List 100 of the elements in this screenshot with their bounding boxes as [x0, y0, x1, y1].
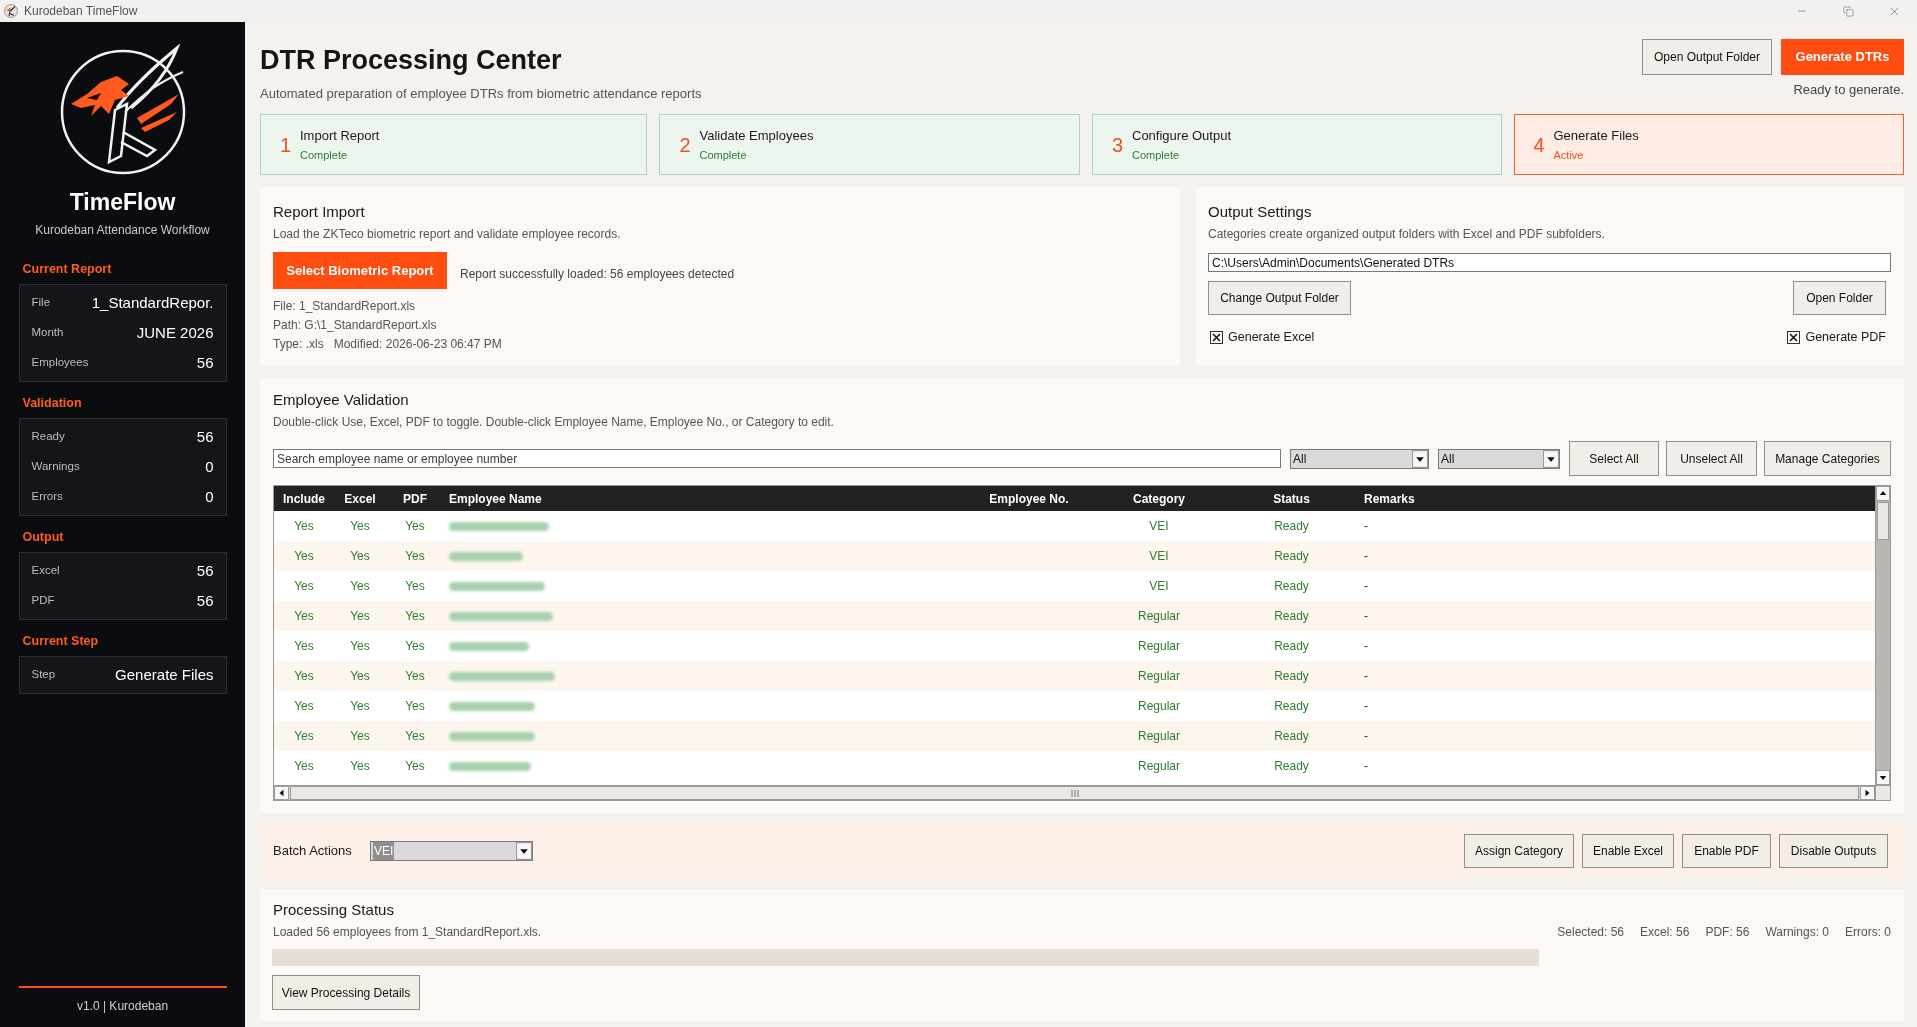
table-cell-text: Ready [1274, 608, 1309, 625]
version-label: v1.0 | Kurodeban [76, 998, 169, 1014]
select-all-button[interactable]: Select All [1569, 441, 1659, 476]
grip-icon [1070, 789, 1079, 797]
table-cell-text: Yes [294, 578, 314, 595]
column-header[interactable]: Employee Name [449, 489, 542, 508]
table-cell-text: Ready [1274, 518, 1309, 535]
vertical-scrollbar[interactable] [1875, 486, 1890, 785]
table-cell-text: Ready [1274, 548, 1309, 565]
info-label: Errors [31, 489, 63, 505]
table-cell-text: Ready [1274, 578, 1309, 595]
column-header[interactable]: PDF [403, 489, 427, 508]
table-cell-text: Yes [405, 518, 425, 535]
section-heading: Current Report [21, 261, 113, 278]
caret-left-icon[interactable] [274, 786, 289, 800]
table-cell-text: - [1364, 728, 1368, 745]
step-title: Validate Employees [699, 127, 814, 144]
info-label: Warnings [31, 459, 80, 475]
step-status: Active [1553, 148, 1585, 162]
table-cell-text: Ready [1274, 698, 1309, 715]
step-title: Import Report [300, 127, 380, 144]
window-title: Kurodeban TimeFlow [24, 3, 138, 20]
table-cell-text: Yes [350, 638, 370, 655]
section-heading: Output [21, 529, 65, 546]
app-tagline: Kurodeban Attendance Workflow [35, 222, 210, 238]
table-cell-text: Yes [294, 548, 314, 565]
panel-description: Double-click Use, Excel, PDF to toggle. Double-click Employee Name, Employee No., or Category to edit. [273, 414, 835, 430]
column-header[interactable]: Excel [344, 489, 376, 508]
dropdown[interactable]: All [1290, 448, 1429, 469]
caret-icon[interactable] [1412, 449, 1428, 468]
info-label: File [31, 295, 51, 311]
unselect-all-button[interactable]: Unselect All [1666, 441, 1757, 476]
caret-icon[interactable] [1543, 449, 1559, 468]
column-header[interactable]: Status [1273, 489, 1310, 508]
step-status: Complete [300, 148, 349, 162]
table-cell-text: Yes [350, 548, 370, 565]
table-cell-text: Yes [294, 638, 314, 655]
table-cell-text: Yes [350, 728, 370, 745]
panel-description: Loaded 56 employees from 1_StandardReport.xls. [272, 924, 542, 941]
assign-category-button[interactable]: Assign Category [1464, 833, 1574, 868]
file-detail: Path: G:\1_StandardReport.xls [273, 317, 437, 334]
table-cell-text: Regular [1138, 728, 1180, 745]
page-title: DTR Processing Center [260, 44, 563, 76]
view-details-button[interactable]: View Processing Details [272, 975, 420, 1010]
panel-description: Categories create organized output folders with Excel and PDF subfolders. [1208, 226, 1606, 242]
checkbox-label: Generate Excel [1228, 329, 1315, 346]
panel-description: Load the ZKTeco biometric report and validate employee records. [273, 226, 622, 242]
table-cell-text: - [1364, 548, 1368, 565]
open-folder-button[interactable]: Open Output Folder [1642, 39, 1772, 75]
info-label: Employees [31, 355, 89, 371]
disable-outputs-button[interactable]: Disable Outputs [1779, 833, 1888, 868]
table-cell-text: Yes [405, 608, 425, 625]
info-value: 0 [205, 456, 214, 477]
column-header[interactable]: Employee No. [989, 489, 1069, 508]
section-heading: Validation [21, 395, 83, 412]
table-cell-text: Regular [1138, 608, 1180, 625]
checkbox[interactable] [1787, 330, 1801, 344]
step-number: 1 [280, 132, 292, 157]
caret-right-icon[interactable] [1860, 786, 1875, 800]
column-header[interactable]: Include [283, 489, 325, 508]
table-cell-text: Yes [294, 698, 314, 715]
caret-down-icon[interactable] [1876, 770, 1890, 785]
scrollbar-thumb[interactable] [1877, 502, 1889, 540]
table-cell-text: Yes [294, 758, 314, 775]
search-field[interactable]: Search employee name or employee number [273, 449, 1281, 468]
restore-icon [1842, 5, 1854, 17]
table-cell-text: Ready [1274, 668, 1309, 685]
column-header[interactable]: Category [1133, 489, 1185, 508]
table-cell-text: - [1364, 578, 1368, 595]
table-cell-text: - [1364, 698, 1368, 715]
checkbox[interactable] [1210, 330, 1223, 344]
enable-pdf-button[interactable]: Enable PDF [1682, 833, 1771, 868]
stat-label: Warnings: 0 [1765, 924, 1829, 941]
dropdown[interactable]: All [1438, 448, 1560, 469]
table-cell-text: - [1364, 668, 1368, 685]
table-cell-text: VEI [1149, 548, 1169, 565]
info-value: 56 [196, 590, 214, 611]
caret-up-icon[interactable] [1876, 486, 1890, 501]
panel-title: Output Settings [1208, 202, 1313, 222]
step-number: 3 [1112, 132, 1124, 157]
caret-icon[interactable] [516, 841, 532, 860]
info-label: Month [31, 325, 64, 341]
section-heading: Current Step [21, 633, 100, 650]
manage-categories-button[interactable]: Manage Categories [1764, 441, 1891, 476]
info-value: 56 [196, 426, 214, 447]
table-cell-text: Regular [1138, 698, 1180, 715]
column-header[interactable]: Remarks [1364, 489, 1415, 508]
step-title: Configure Output [1132, 127, 1231, 144]
table-cell-text: - [1364, 608, 1368, 625]
step-status: Complete [699, 148, 748, 162]
file-detail: File: 1_StandardReport.xls [273, 298, 416, 315]
open-folder-button[interactable]: Open Folder [1793, 281, 1886, 315]
change-folder-button[interactable]: Change Output Folder [1208, 281, 1351, 315]
enable-excel-button[interactable]: Enable Excel [1582, 833, 1674, 868]
stat-label: PDF: 56 [1705, 924, 1750, 941]
stat-label: Errors: 0 [1845, 924, 1891, 941]
checkbox-label: Generate PDF [1805, 329, 1886, 346]
folder-path-field[interactable]: C:\Users\Admin\Documents\Generated DTRs [1208, 253, 1891, 272]
table-cell-text: Regular [1138, 758, 1180, 775]
table-cell-text: Yes [405, 758, 425, 775]
